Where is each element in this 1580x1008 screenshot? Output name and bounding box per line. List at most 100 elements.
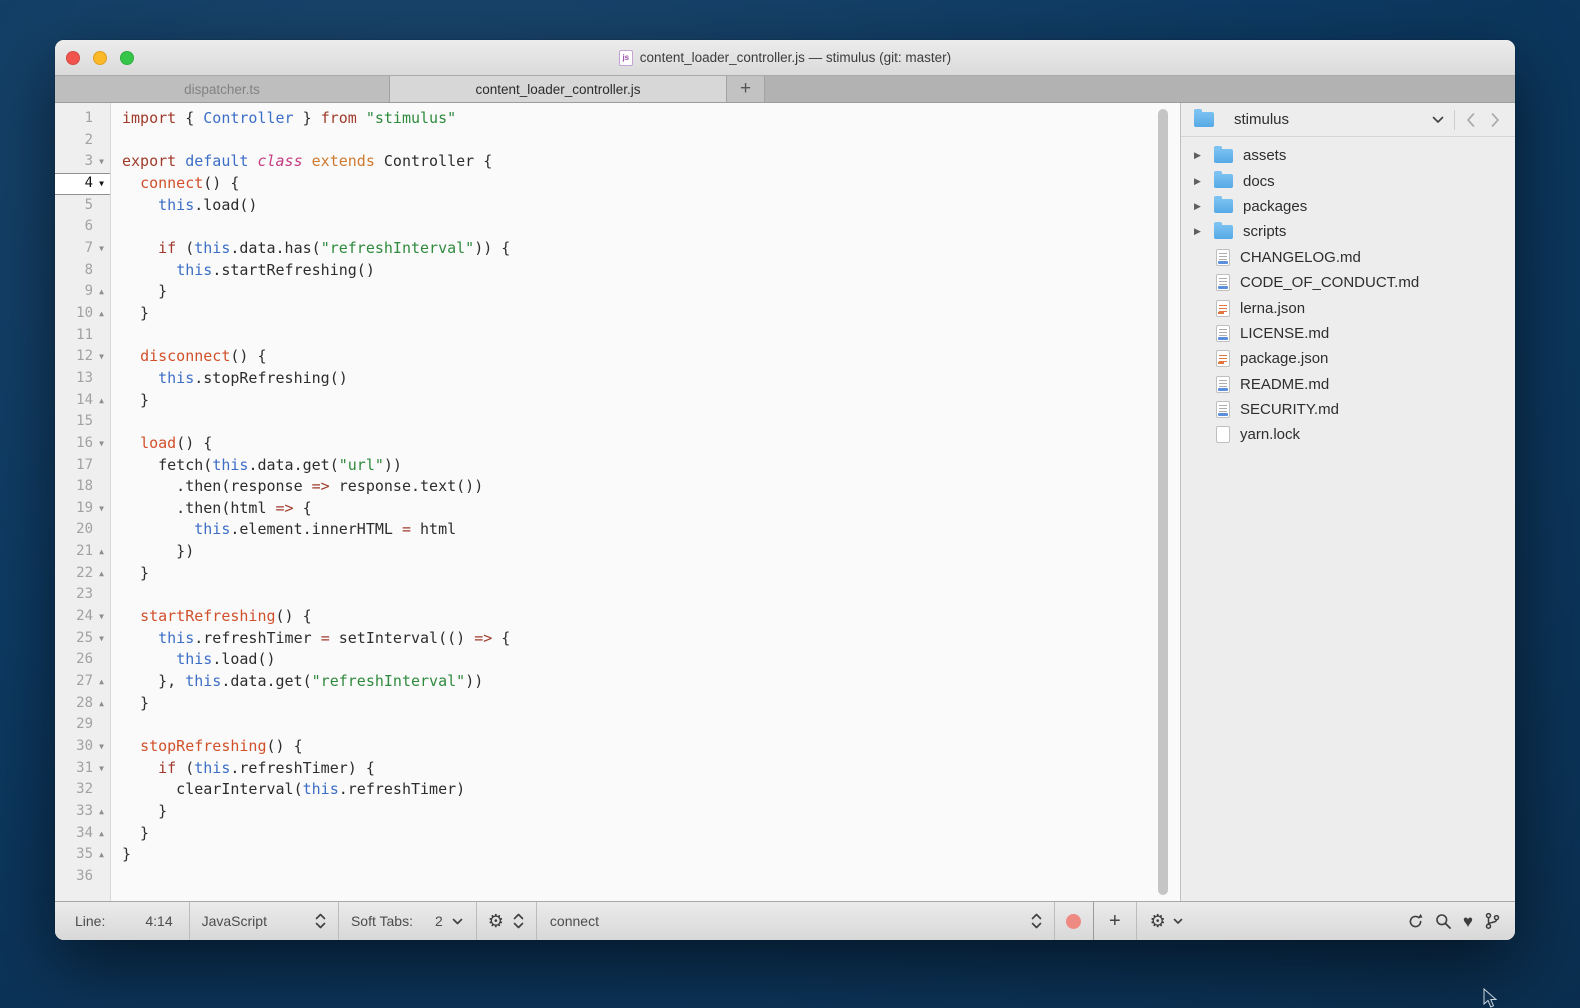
fold-down-icon[interactable]: ▼	[93, 238, 110, 260]
chevron-down-icon[interactable]	[452, 918, 463, 925]
disclosure-triangle-icon[interactable]: ▶	[1194, 176, 1214, 187]
gutter-line-32[interactable]: 32	[55, 779, 110, 801]
tree-item-package-json[interactable]: package.json	[1181, 346, 1515, 371]
gutter-line-13[interactable]: 13	[55, 368, 110, 390]
code-line-31[interactable]: if (this.refreshTimer) {	[122, 758, 1180, 780]
tree-item-docs[interactable]: ▶docs	[1181, 168, 1515, 193]
code-line-27[interactable]: }, this.data.get("refreshInterval"))	[122, 671, 1180, 693]
gutter-line-25[interactable]: 25▼	[55, 628, 110, 650]
gutter-line-19[interactable]: 19▼	[55, 498, 110, 520]
fold-up-icon[interactable]: ▲	[93, 693, 110, 715]
gutter-line-18[interactable]: 18	[55, 476, 110, 498]
tree-item-license-md[interactable]: LICENSE.md	[1181, 321, 1515, 346]
tree-item-readme-md[interactable]: README.md	[1181, 372, 1515, 397]
code-line-16[interactable]: load() {	[122, 433, 1180, 455]
code-line-34[interactable]: }	[122, 823, 1180, 845]
chevron-down-icon[interactable]	[1173, 918, 1183, 925]
forward-arrow-icon[interactable]	[1490, 112, 1501, 128]
heart-icon[interactable]: ♥	[1463, 913, 1473, 930]
gutter-line-30[interactable]: 30▼	[55, 736, 110, 758]
fold-down-icon[interactable]: ▼	[93, 346, 110, 368]
disclosure-triangle-icon[interactable]: ▶	[1194, 201, 1214, 212]
tree-item-scripts[interactable]: ▶scripts	[1181, 219, 1515, 244]
fold-down-icon[interactable]: ▼	[93, 173, 110, 195]
gutter-line-1[interactable]: 1	[55, 108, 110, 130]
code-line-30[interactable]: stopRefreshing() {	[122, 736, 1180, 758]
code-line-25[interactable]: this.refreshTimer = setInterval(() => {	[122, 628, 1180, 650]
tree-item-packages[interactable]: ▶packages	[1181, 194, 1515, 219]
code-lines[interactable]: import { Controller } from "stimulus" ex…	[111, 103, 1180, 901]
code-line-12[interactable]: disconnect() {	[122, 346, 1180, 368]
new-tab-button[interactable]: +	[727, 76, 765, 102]
gutter-line-34[interactable]: 34▲	[55, 823, 110, 845]
fold-up-icon[interactable]: ▲	[93, 844, 110, 866]
fold-up-icon[interactable]: ▲	[93, 541, 110, 563]
gutter-line-11[interactable]: 11	[55, 325, 110, 347]
tab-content-loader-controller[interactable]: content_loader_controller.js	[390, 76, 727, 102]
gutter-line-21[interactable]: 21▲	[55, 541, 110, 563]
fold-up-icon[interactable]: ▲	[93, 801, 110, 823]
gutter-line-31[interactable]: 31▼	[55, 758, 110, 780]
git-branch-icon[interactable]	[1484, 912, 1501, 930]
code-line-24[interactable]: startRefreshing() {	[122, 606, 1180, 628]
gear-stepper-icon[interactable]	[513, 913, 524, 929]
code-line-8[interactable]: this.startRefreshing()	[122, 260, 1180, 282]
code-line-18[interactable]: .then(response => response.text())	[122, 476, 1180, 498]
disclosure-triangle-icon[interactable]: ▶	[1194, 150, 1214, 161]
code-line-32[interactable]: clearInterval(this.refreshTimer)	[122, 779, 1180, 801]
fold-down-icon[interactable]: ▼	[93, 758, 110, 780]
gutter-line-14[interactable]: 14▲	[55, 390, 110, 412]
tree-item-lerna-json[interactable]: lerna.json	[1181, 295, 1515, 320]
settings-gear-icon[interactable]: ⚙	[1150, 912, 1166, 930]
fold-up-icon[interactable]: ▲	[93, 303, 110, 325]
code-line-10[interactable]: }	[122, 303, 1180, 325]
gutter-line-36[interactable]: 36	[55, 866, 110, 888]
code-line-21[interactable]: })	[122, 541, 1180, 563]
code-line-29[interactable]	[122, 714, 1180, 736]
gutter-line-6[interactable]: 6	[55, 216, 110, 238]
gutter-line-23[interactable]: 23	[55, 584, 110, 606]
gutter-line-15[interactable]: 15	[55, 411, 110, 433]
zoom-window-button[interactable]	[120, 51, 134, 65]
language-selector[interactable]: JavaScript	[202, 913, 267, 929]
code-line-6[interactable]	[122, 216, 1180, 238]
code-line-17[interactable]: fetch(this.data.get("url"))	[122, 455, 1180, 477]
title-bar[interactable]: js content_loader_controller.js — stimul…	[55, 40, 1515, 76]
gutter-line-5[interactable]: 5	[55, 195, 110, 217]
fold-down-icon[interactable]: ▼	[93, 151, 110, 173]
code-line-2[interactable]	[122, 130, 1180, 152]
tree-item-changelog-md[interactable]: CHANGELOG.md	[1181, 245, 1515, 270]
code-line-14[interactable]: }	[122, 390, 1180, 412]
close-window-button[interactable]	[66, 51, 80, 65]
fold-down-icon[interactable]: ▼	[93, 736, 110, 758]
code-line-4[interactable]: connect() {	[122, 173, 1180, 195]
gutter-line-26[interactable]: 26	[55, 649, 110, 671]
gutter-line-28[interactable]: 28▲	[55, 693, 110, 715]
gutter-line-8[interactable]: 8	[55, 260, 110, 282]
code-line-35[interactable]: }	[122, 844, 1180, 866]
tree-item-assets[interactable]: ▶assets	[1181, 143, 1515, 168]
tree-item-security-md[interactable]: SECURITY.md	[1181, 397, 1515, 422]
tree-item-yarn-lock[interactable]: yarn.lock	[1181, 422, 1515, 447]
gutter-line-35[interactable]: 35▲	[55, 844, 110, 866]
code-line-9[interactable]: }	[122, 281, 1180, 303]
code-line-11[interactable]	[122, 325, 1180, 347]
code-line-36[interactable]	[122, 866, 1180, 888]
context-stepper-icon[interactable]	[1031, 913, 1042, 929]
code-line-23[interactable]	[122, 584, 1180, 606]
code-line-28[interactable]: }	[122, 693, 1180, 715]
refresh-icon[interactable]	[1407, 913, 1424, 930]
minimize-window-button[interactable]	[93, 51, 107, 65]
gutter-line-9[interactable]: 9▲	[55, 281, 110, 303]
gutter-line-20[interactable]: 20	[55, 519, 110, 541]
gutter-line-16[interactable]: 16▼	[55, 433, 110, 455]
gear-icon[interactable]: ⚙	[488, 912, 504, 930]
gutter-line-27[interactable]: 27▲	[55, 671, 110, 693]
fold-up-icon[interactable]: ▲	[93, 390, 110, 412]
fold-up-icon[interactable]: ▲	[93, 281, 110, 303]
code-line-13[interactable]: this.stopRefreshing()	[122, 368, 1180, 390]
gutter-line-33[interactable]: 33▲	[55, 801, 110, 823]
code-line-26[interactable]: this.load()	[122, 649, 1180, 671]
code-editor[interactable]: 123▼4▼567▼89▲10▲1112▼1314▲1516▼171819▼20…	[55, 103, 1180, 901]
tree-item-code-of-conduct-md[interactable]: CODE_OF_CONDUCT.md	[1181, 270, 1515, 295]
